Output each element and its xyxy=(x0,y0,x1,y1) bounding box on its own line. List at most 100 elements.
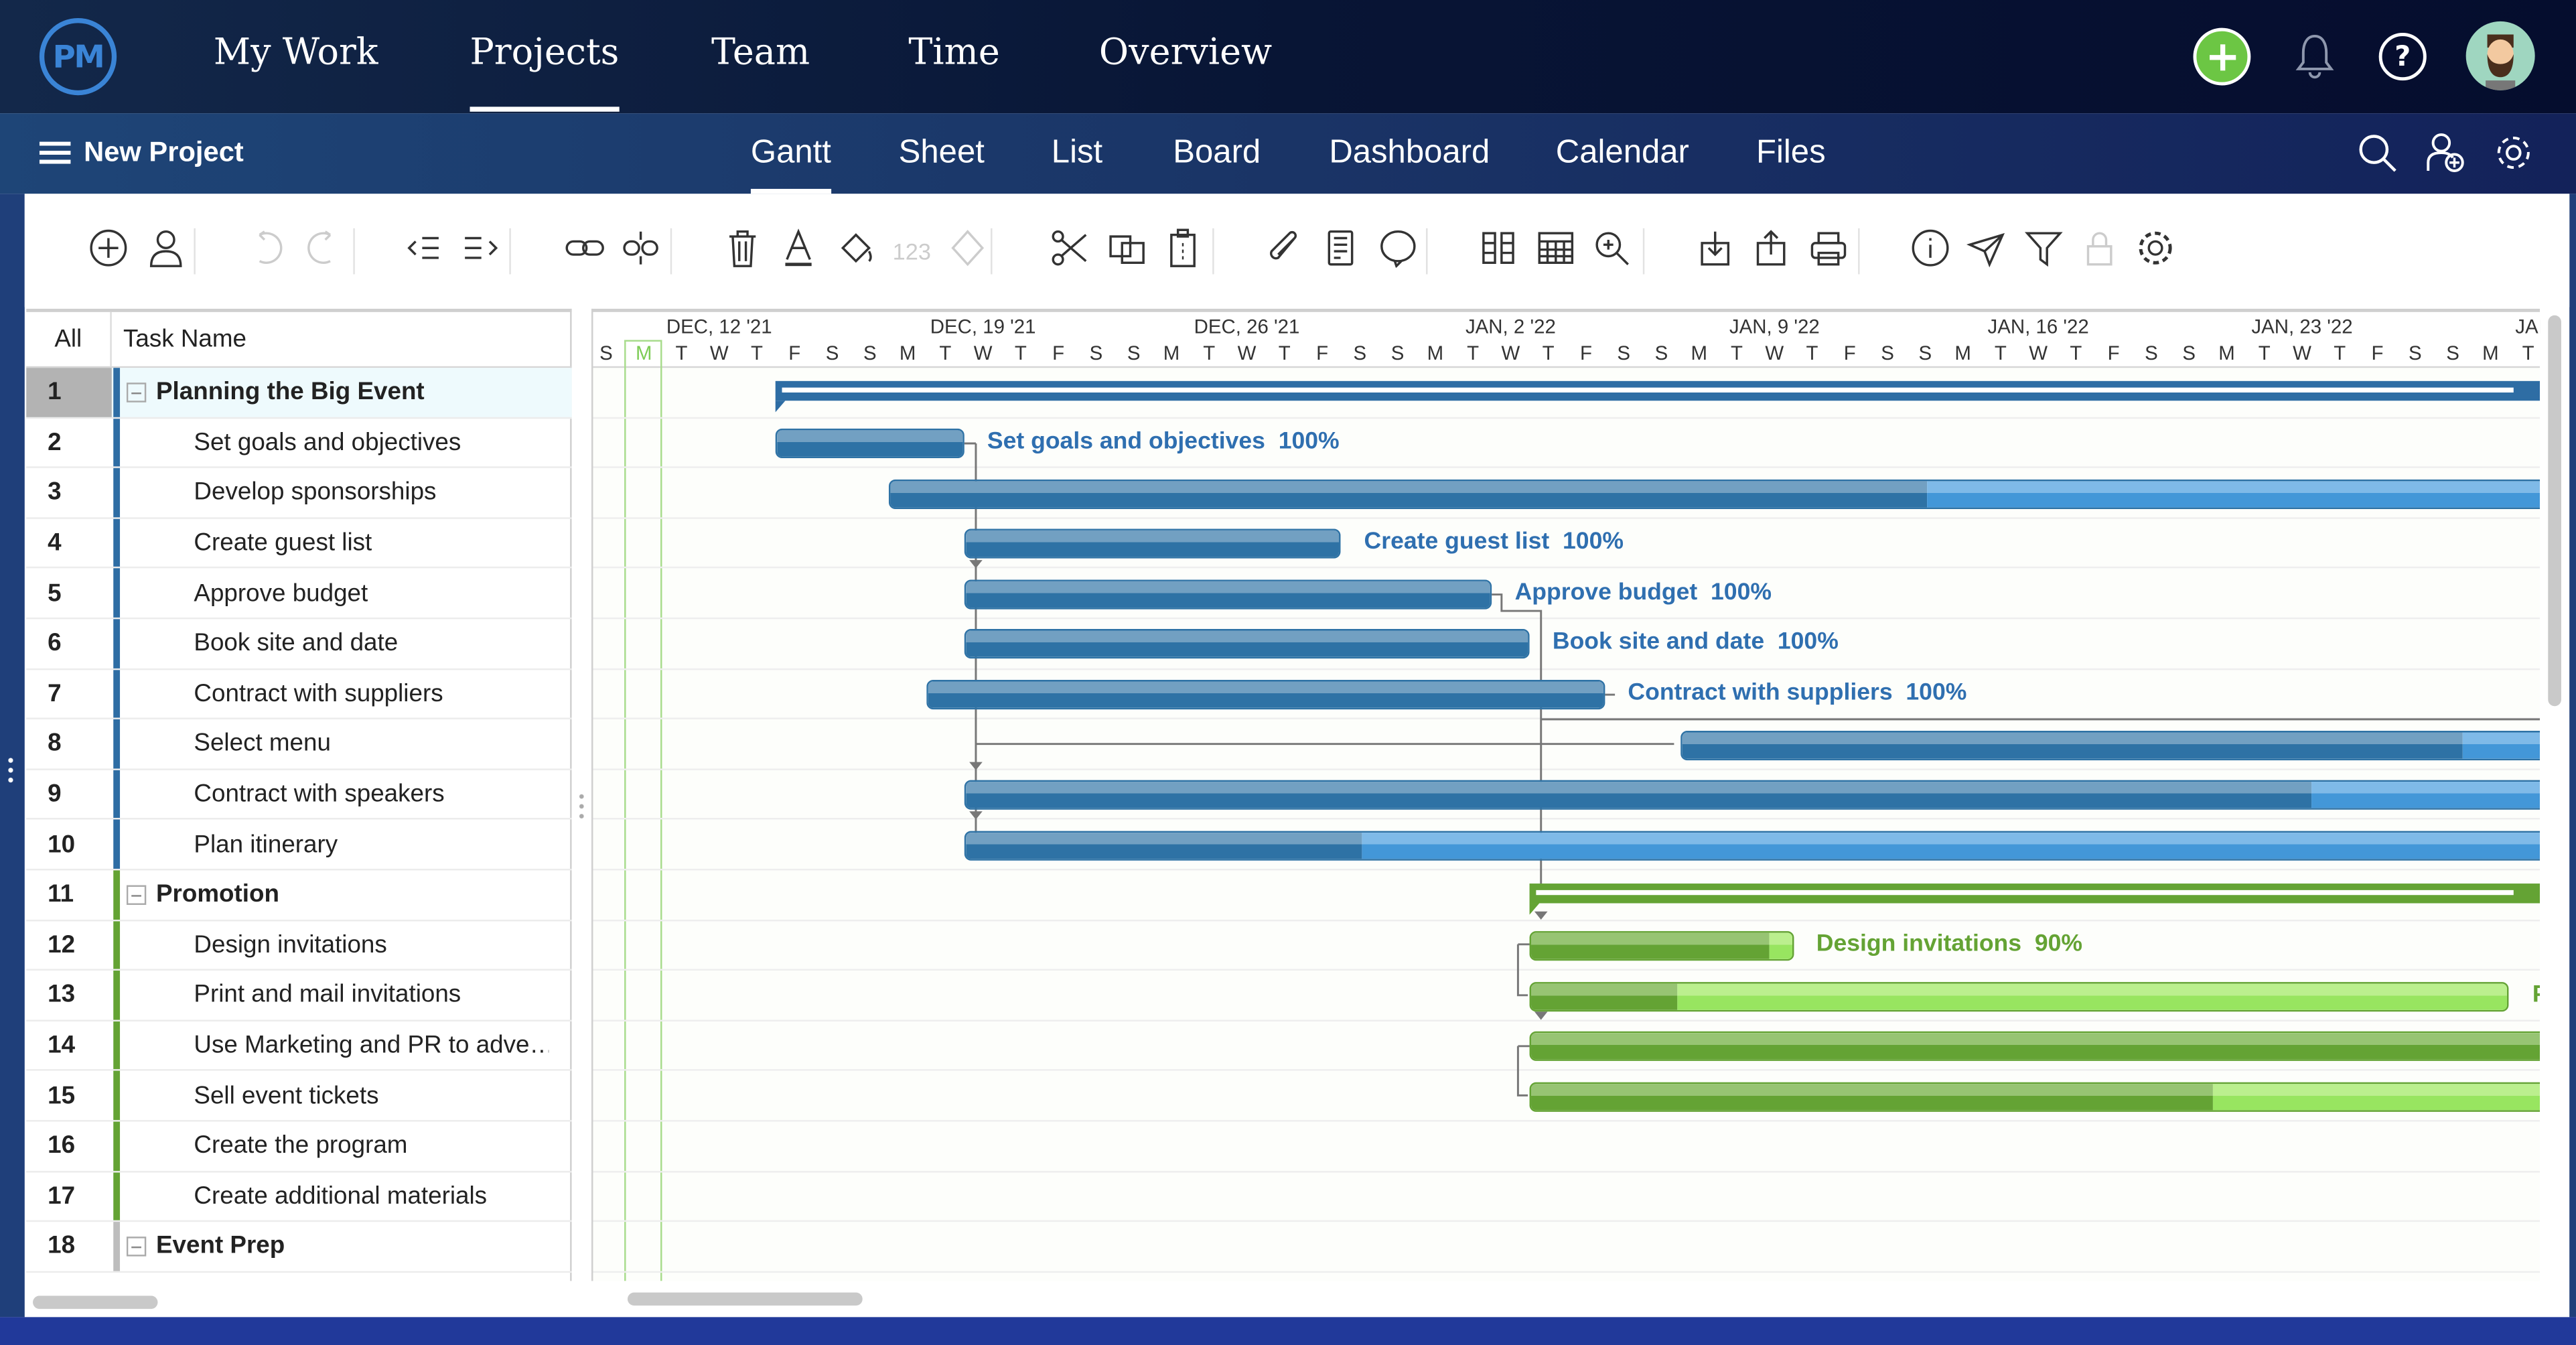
task-name-header[interactable]: Task Name xyxy=(123,312,246,366)
task-row[interactable]: 8 Select menu xyxy=(26,719,572,770)
tab-sheet[interactable]: Sheet xyxy=(899,135,985,172)
tab-list[interactable]: List xyxy=(1052,135,1102,172)
tab-dashboard[interactable]: Dashboard xyxy=(1329,135,1490,172)
logo[interactable]: PM xyxy=(39,17,117,96)
gantt-horizontal-scrollbar[interactable] xyxy=(627,1292,863,1306)
task-bar[interactable] xyxy=(1680,729,2541,760)
outdent-button[interactable] xyxy=(401,226,450,276)
summary-bar[interactable] xyxy=(1529,883,2541,904)
task-group-name[interactable]: Promotion xyxy=(126,870,549,919)
project-menu[interactable]: New Project xyxy=(39,136,244,169)
task-row[interactable]: 2 Set goals and objectives xyxy=(26,418,572,469)
task-row[interactable]: 15 Sell event tickets xyxy=(26,1071,572,1122)
task-name[interactable]: Contract with speakers xyxy=(194,770,549,819)
task-bar[interactable] xyxy=(964,528,1342,559)
delete-button[interactable] xyxy=(718,226,768,276)
task-row[interactable]: 10 Plan itinerary xyxy=(26,820,572,871)
settings-icon[interactable] xyxy=(2492,131,2535,174)
comment-button[interactable] xyxy=(1374,226,1423,276)
fill-color-button[interactable] xyxy=(831,226,881,276)
redo-button[interactable] xyxy=(299,226,348,276)
link-button[interactable] xyxy=(560,226,610,276)
row-number[interactable]: 1 xyxy=(26,368,112,417)
task-bar[interactable] xyxy=(964,629,1530,659)
task-bar[interactable] xyxy=(964,780,2541,810)
collapse-icon[interactable] xyxy=(126,1236,147,1257)
row-number[interactable]: 16 xyxy=(26,1122,112,1171)
task-row[interactable]: 1 Planning the Big Event xyxy=(26,368,572,419)
task-name[interactable]: Create guest list xyxy=(194,518,549,567)
notes-button[interactable] xyxy=(1316,226,1366,276)
avatar[interactable] xyxy=(2465,21,2535,90)
task-name[interactable]: Contract with suppliers xyxy=(194,669,549,718)
collapse-icon[interactable] xyxy=(126,382,147,403)
task-row[interactable]: 18 Event Prep xyxy=(26,1222,572,1273)
attachment-button[interactable] xyxy=(1260,226,1309,276)
zoom-button[interactable] xyxy=(1587,226,1636,276)
search-icon[interactable] xyxy=(2356,131,2399,174)
task-row[interactable]: 3 Develop sponsorships xyxy=(26,468,572,519)
add-icon[interactable] xyxy=(2193,27,2251,86)
row-number[interactable]: 14 xyxy=(26,1021,112,1070)
row-number[interactable]: 11 xyxy=(26,870,112,919)
grid-horizontal-scrollbar[interactable] xyxy=(33,1295,158,1309)
row-number[interactable]: 5 xyxy=(26,569,112,618)
task-bar[interactable] xyxy=(776,428,964,458)
bell-icon[interactable] xyxy=(2293,31,2336,81)
task-bar[interactable] xyxy=(964,830,2541,860)
row-number[interactable]: 10 xyxy=(26,820,112,869)
nav-team[interactable]: Team xyxy=(711,33,810,74)
row-number[interactable]: 7 xyxy=(26,669,112,718)
task-name[interactable]: Set goals and objectives xyxy=(194,418,549,467)
task-row[interactable]: 6 Book site and date xyxy=(26,619,572,670)
task-name[interactable]: Use Marketing and PR to adve… xyxy=(194,1021,549,1070)
info-button[interactable] xyxy=(1906,226,1955,276)
export-button[interactable] xyxy=(1746,226,1796,276)
lock-button[interactable] xyxy=(2075,226,2125,276)
row-number[interactable]: 9 xyxy=(26,770,112,819)
task-bar[interactable] xyxy=(889,478,2541,508)
tab-gantt[interactable]: Gantt xyxy=(750,135,831,194)
row-number[interactable]: 15 xyxy=(26,1072,112,1121)
import-button[interactable] xyxy=(1691,226,1740,276)
summary-bar[interactable] xyxy=(776,381,2541,401)
task-bar[interactable] xyxy=(1529,1031,2541,1062)
task-row[interactable]: 17 Create additional materials xyxy=(26,1172,572,1222)
tab-calendar[interactable]: Calendar xyxy=(1556,135,1689,172)
task-name[interactable]: Design invitations xyxy=(194,920,549,969)
filter-button[interactable] xyxy=(2019,226,2068,276)
nav-overview[interactable]: Overview xyxy=(1099,33,1272,74)
undo-button[interactable] xyxy=(242,226,291,276)
unlink-button[interactable] xyxy=(616,226,666,276)
nav-projects[interactable]: Projects xyxy=(470,33,619,112)
collapse-icon[interactable] xyxy=(126,885,147,905)
task-row[interactable]: 13 Print and mail invitations xyxy=(26,971,572,1021)
add-task-button[interactable] xyxy=(84,226,133,276)
row-number[interactable]: 6 xyxy=(26,619,112,668)
gantt-vertical-scrollbar[interactable] xyxy=(2548,315,2561,707)
select-all-header[interactable]: All xyxy=(26,311,112,366)
row-number[interactable]: 8 xyxy=(26,719,112,768)
panel-handle[interactable] xyxy=(6,755,15,785)
row-number[interactable]: 13 xyxy=(26,971,112,1019)
task-name[interactable]: Select menu xyxy=(194,719,549,768)
columns-button[interactable] xyxy=(1474,226,1523,276)
splitter-handle[interactable] xyxy=(578,791,585,821)
print-button[interactable] xyxy=(1804,226,1853,276)
task-row[interactable]: 14 Use Marketing and PR to adve… xyxy=(26,1021,572,1072)
add-user-icon[interactable] xyxy=(2423,131,2466,174)
task-name[interactable]: Develop sponsorships xyxy=(194,468,549,517)
gantt-settings-button[interactable] xyxy=(2131,226,2180,276)
assign-user-button[interactable] xyxy=(141,226,191,276)
task-bar[interactable] xyxy=(1529,930,1794,961)
send-button[interactable] xyxy=(1962,226,2011,276)
row-number[interactable]: 18 xyxy=(26,1222,112,1271)
task-row[interactable]: 12 Design invitations xyxy=(26,920,572,971)
task-group-name[interactable]: Planning the Big Event xyxy=(126,368,549,417)
task-row[interactable]: 5 Approve budget xyxy=(26,569,572,620)
row-number[interactable]: 17 xyxy=(26,1172,112,1221)
grid-button[interactable] xyxy=(1531,226,1581,276)
task-name[interactable]: Approve budget xyxy=(194,569,549,618)
indent-button[interactable] xyxy=(457,226,506,276)
milestone-button[interactable] xyxy=(943,226,993,276)
